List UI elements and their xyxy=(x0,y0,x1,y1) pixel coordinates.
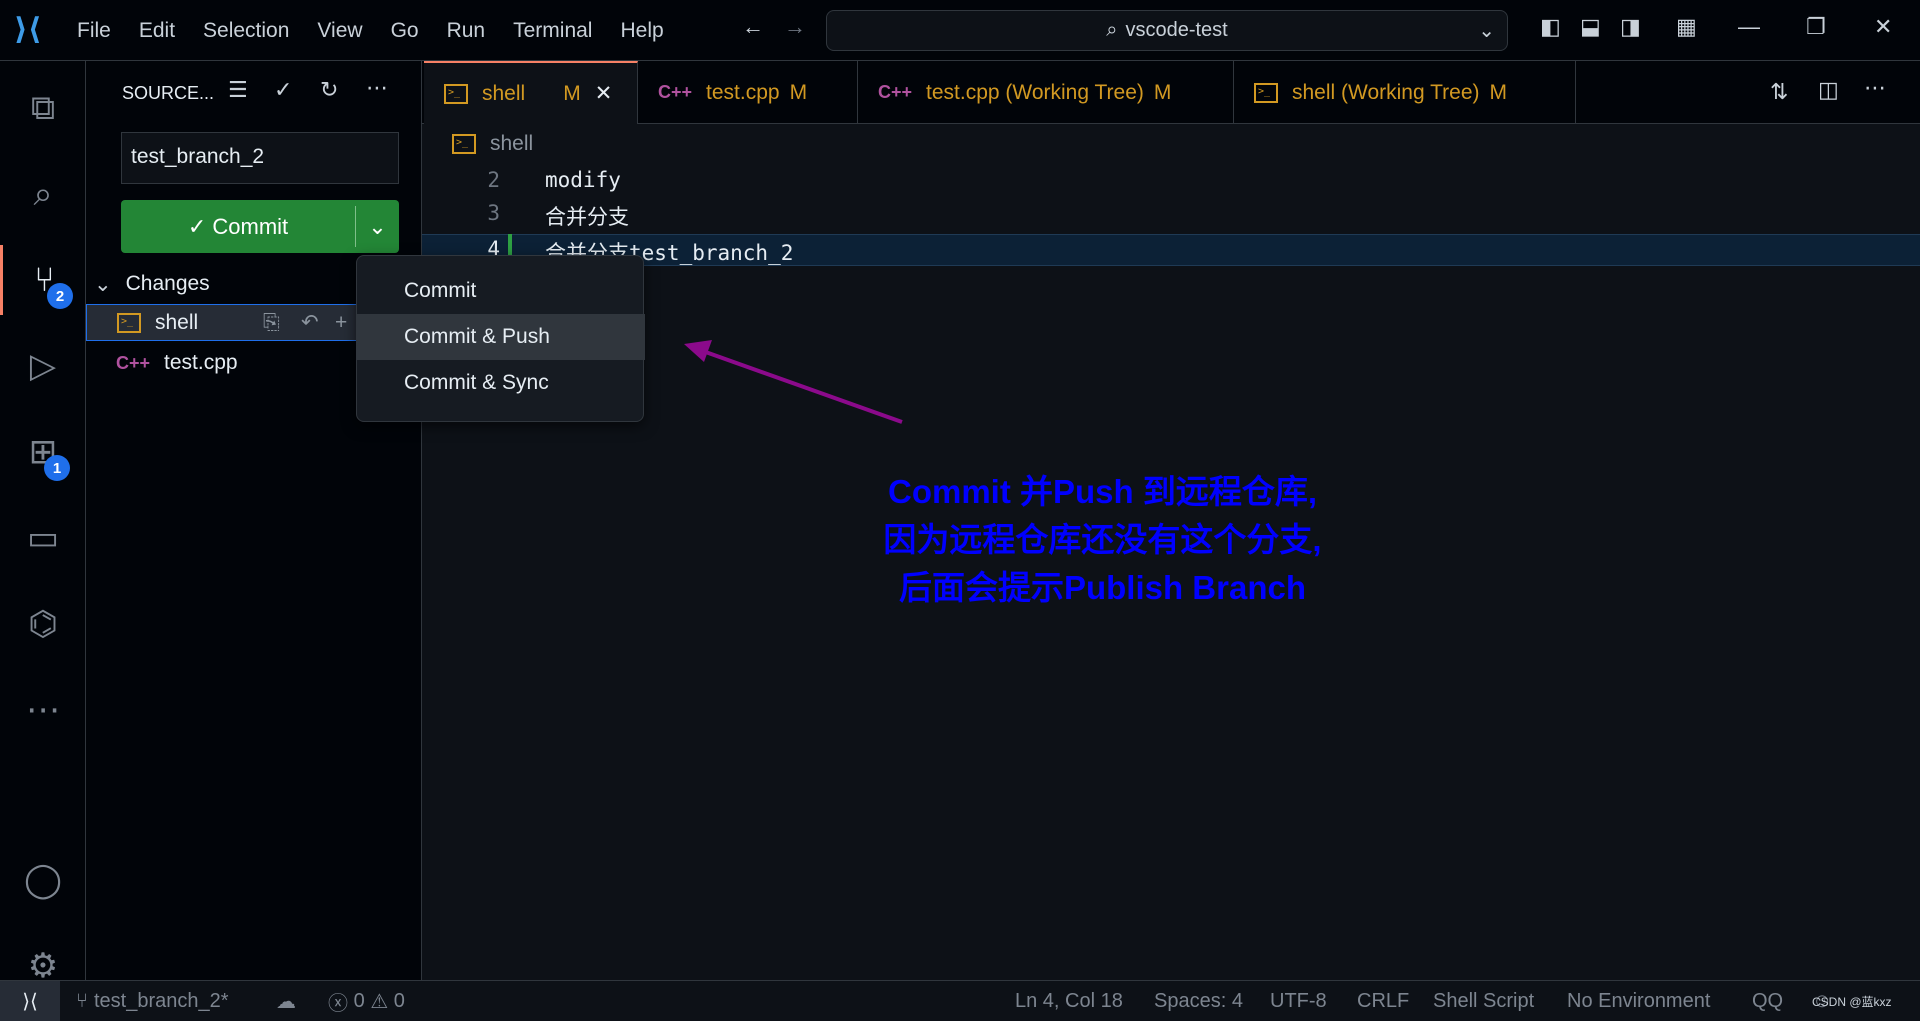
encoding[interactable]: UTF-8 xyxy=(1270,981,1327,1021)
annotation-text: 后面会提示Publish Branch xyxy=(898,569,1307,606)
branch-indicator[interactable]: ⑂ test_branch_2* xyxy=(76,981,229,1021)
cursor-position[interactable]: Ln 4, Col 18 xyxy=(1015,981,1123,1021)
publish-cloud-icon[interactable]: ☁ xyxy=(276,981,296,1021)
language-mode[interactable]: Shell Script xyxy=(1433,981,1534,1021)
branch-name: test_branch_2* xyxy=(94,989,229,1012)
qq-item[interactable]: QQ xyxy=(1752,981,1783,1021)
end-of-line[interactable]: CRLF xyxy=(1357,981,1409,1021)
annotation-text: Commit 并Push 到远程仓库, xyxy=(887,473,1318,510)
watermark: CSDN @蓝kxz xyxy=(1812,994,1892,1009)
environment[interactable]: No Environment xyxy=(1567,981,1710,1021)
warning-icon: ⚠ xyxy=(370,990,389,1013)
problems-indicator[interactable]: ⓧ 0 ⚠ 0 xyxy=(328,981,405,1021)
annotation-text: 因为远程仓库还没有这个分支, xyxy=(883,521,1322,558)
status-bar: ⟩⟨ ⑂ test_branch_2* ☁ ⓧ 0 ⚠ 0 Ln 4, Col 1… xyxy=(0,980,1920,1021)
remote-indicator-icon[interactable]: ⟩⟨ xyxy=(0,981,60,1021)
branch-icon: ⑂ xyxy=(76,989,88,1012)
indentation[interactable]: Spaces: 4 xyxy=(1154,981,1243,1021)
warning-count: 0 xyxy=(393,989,405,1012)
error-count: 0 xyxy=(353,989,365,1012)
error-icon: ⓧ xyxy=(328,992,348,1015)
